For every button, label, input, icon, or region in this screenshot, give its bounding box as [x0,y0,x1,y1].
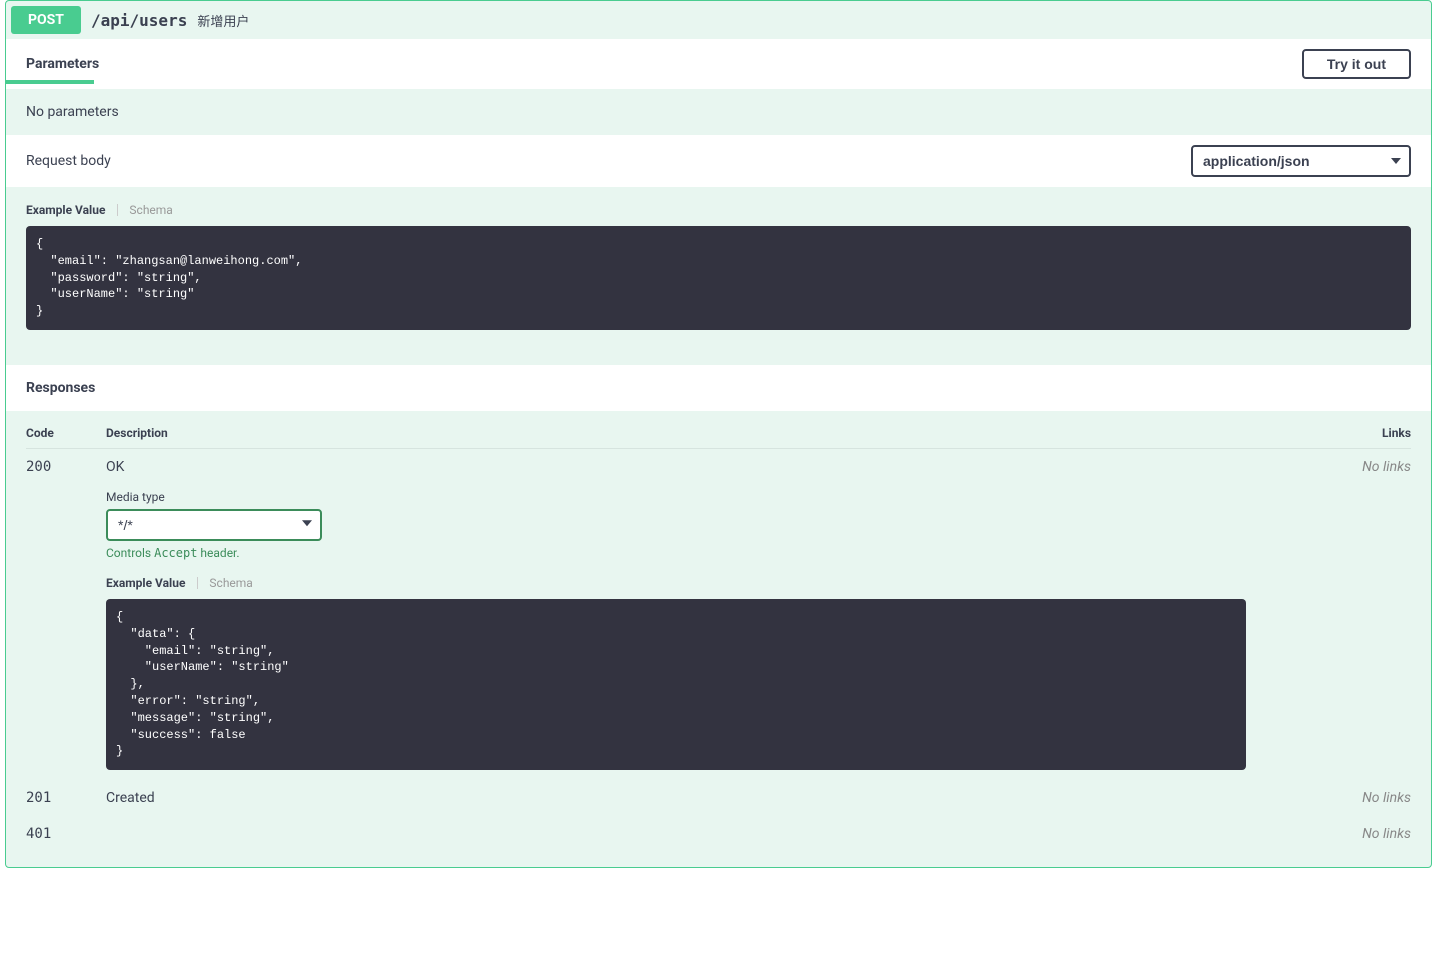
response-example-code[interactable]: { "data": { "email": "string", "userName… [106,599,1246,770]
content-type-select-wrapper: application/json [1191,145,1411,177]
request-body-label: Request body [26,153,111,169]
no-links-text: No links [1362,790,1411,806]
media-type-section: Media type */* Controls Accept header. [106,490,1291,560]
no-parameters-text: No parameters [26,104,1411,120]
col-links-header: Links [1291,426,1411,440]
operation-summary[interactable]: POST /api/users 新增用户 [6,1,1431,39]
responses-title: Responses [26,380,95,396]
try-it-out-button[interactable]: Try it out [1302,49,1411,79]
response-description: Created [106,790,1291,806]
col-code-header: Code [26,426,106,440]
request-example-code[interactable]: { "email": "zhangsan@lanweihong.com", "p… [26,226,1411,330]
responses-table: Code Description Links 200 OK Media type… [6,411,1431,867]
parameters-title: Parameters [26,56,99,72]
accept-header-note: Controls Accept header. [106,546,1291,560]
response-description: OK [106,459,1291,475]
request-body-content: Example Value Schema { "email": "zhangsa… [6,187,1431,365]
example-value-tab[interactable]: Example Value [26,203,105,217]
response-code: 201 [26,790,51,806]
response-row-401: 401 No links [26,816,1411,852]
col-description-header: Description [106,426,1291,440]
tab-divider [197,577,198,589]
response-code: 200 [26,459,51,475]
no-links-text: No links [1362,826,1411,842]
media-type-select[interactable]: */* [106,509,322,541]
example-schema-tabs: Example Value Schema [26,202,1411,218]
responses-header: Responses [6,365,1431,411]
response-code: 401 [26,826,51,842]
response-example-value-tab[interactable]: Example Value [106,576,185,590]
tab-indicator [6,80,94,84]
media-type-label: Media type [106,490,1291,504]
responses-header-row: Code Description Links [26,426,1411,449]
request-body-header: Request body application/json [6,135,1431,187]
parameters-body: No parameters [6,89,1431,135]
parameters-header: Parameters Try it out [6,39,1431,89]
response-schema-tab[interactable]: Schema [209,576,252,590]
parameters-tab[interactable]: Parameters [26,56,99,72]
tab-divider [117,204,118,216]
no-links-text: No links [1362,459,1411,475]
response-example-schema-tabs: Example Value Schema [106,575,1291,591]
media-type-select-wrapper: */* [106,504,322,541]
content-type-select[interactable]: application/json [1191,145,1411,177]
api-path: /api/users [91,11,187,30]
operation-block: POST /api/users 新增用户 Parameters Try it o… [5,0,1432,868]
schema-tab[interactable]: Schema [129,203,172,217]
response-row-200: 200 OK Media type */* Controls Accept he… [26,449,1411,780]
response-row-201: 201 Created No links [26,780,1411,816]
http-method-badge: POST [11,6,81,34]
api-description: 新增用户 [197,11,249,30]
